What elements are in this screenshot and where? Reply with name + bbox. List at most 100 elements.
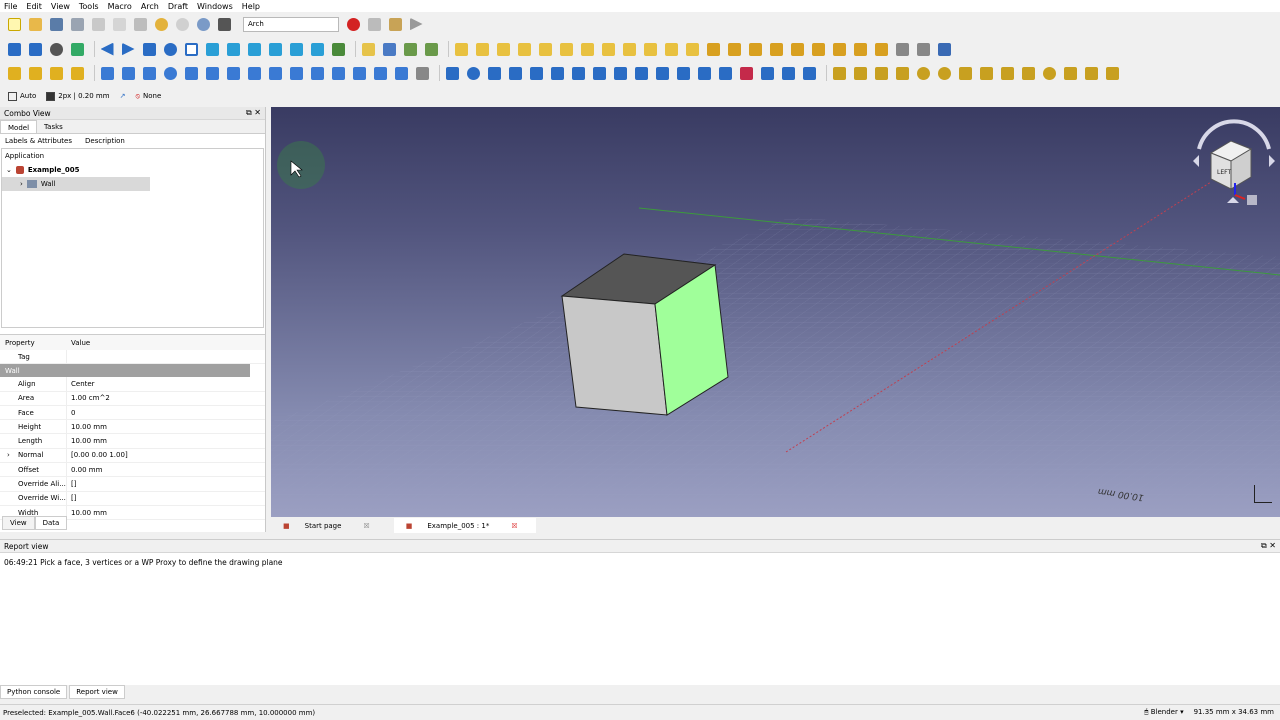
axis-icon[interactable] (810, 41, 826, 57)
property-row[interactable]: Face 0 (0, 405, 265, 421)
tree-col-labels[interactable]: Labels & Attributes (0, 137, 80, 145)
macro-run-icon[interactable] (408, 16, 424, 32)
hatch-icon[interactable] (1104, 65, 1120, 81)
point-icon[interactable] (1041, 65, 1057, 81)
polygon-icon[interactable] (978, 65, 994, 81)
polyline-icon[interactable] (852, 65, 868, 81)
menu-edit[interactable]: Edit (26, 2, 42, 11)
tab-tasks[interactable]: Tasks (37, 120, 70, 133)
snap-perpendicular-icon[interactable] (225, 65, 241, 81)
cut-icon[interactable] (90, 16, 106, 32)
split-icon[interactable] (654, 65, 670, 81)
auto-plane-button[interactable]: Auto (8, 91, 36, 101)
site-icon[interactable] (705, 41, 721, 57)
group-icon[interactable] (381, 41, 397, 57)
menu-file[interactable]: File (4, 2, 17, 11)
snap-dimensions-icon[interactable] (393, 65, 409, 81)
menu-view[interactable]: View (51, 2, 70, 11)
tab-model[interactable]: Model (0, 120, 38, 133)
measure-icon[interactable] (330, 41, 346, 57)
tab-start-page[interactable]: ■ Start page ☒ (271, 518, 388, 533)
fence-icon[interactable] (663, 41, 679, 57)
construction-toggle[interactable]: ↗ (120, 92, 126, 100)
tree-col-description[interactable]: Description (80, 137, 160, 145)
workbench-selector[interactable]: Arch (243, 16, 339, 32)
downgrade-icon[interactable] (696, 65, 712, 81)
snap-grid-icon[interactable] (351, 65, 367, 81)
fit-all-icon[interactable] (6, 41, 22, 57)
front-view-icon[interactable] (204, 41, 220, 57)
close-icon[interactable]: ☒ (505, 520, 523, 532)
snap-intersection-icon[interactable] (204, 65, 220, 81)
tab-data[interactable]: Data (34, 516, 68, 530)
bounding-box-icon[interactable] (69, 41, 85, 57)
text-annotation-icon[interactable] (6, 65, 22, 81)
tree-item-wall[interactable]: › Wall (2, 177, 150, 191)
mirror-icon[interactable] (507, 65, 523, 81)
snap-lock-icon[interactable] (99, 65, 115, 81)
snap-ortho-icon[interactable] (330, 65, 346, 81)
bspline-icon[interactable] (999, 65, 1015, 81)
menu-tools[interactable]: Tools (79, 2, 99, 11)
property-row[interactable]: Override Ali...[] (0, 477, 265, 492)
top-view-icon[interactable] (225, 41, 241, 57)
section-plane-icon[interactable] (831, 41, 847, 57)
fillet-icon[interactable] (873, 65, 889, 81)
value-col[interactable]: Value (66, 339, 90, 347)
toggle-grid-icon[interactable] (414, 65, 430, 81)
draft-to-sketch-icon[interactable] (738, 65, 754, 81)
property-row-tag[interactable]: Tag (0, 350, 265, 365)
link-actions-icon[interactable] (423, 41, 439, 57)
roof-icon[interactable] (558, 41, 574, 57)
frame-icon[interactable] (642, 41, 658, 57)
rectangle-icon[interactable] (957, 65, 973, 81)
snap-near-icon[interactable] (309, 65, 325, 81)
whats-this-icon[interactable] (216, 16, 232, 32)
bezier-icon[interactable] (1020, 65, 1036, 81)
snap-workingplane-icon[interactable] (372, 65, 388, 81)
array-icon[interactable] (591, 65, 607, 81)
stairs-icon[interactable] (600, 41, 616, 57)
refresh-icon[interactable] (195, 16, 211, 32)
back-icon[interactable] (99, 41, 115, 57)
tree-document[interactable]: ⌄ Example_005 (2, 163, 263, 177)
property-row[interactable]: Area 1.00 cm^2 (0, 391, 265, 406)
annotation-style-icon[interactable] (69, 65, 85, 81)
building-part-icon[interactable] (768, 41, 784, 57)
dimension-icon[interactable] (27, 65, 43, 81)
property-row[interactable]: Align Center (0, 377, 265, 392)
window-icon[interactable] (537, 41, 553, 57)
circle-icon[interactable] (915, 65, 931, 81)
property-row[interactable]: Offset 0.00 mm (0, 463, 265, 478)
draw-style-icon[interactable] (48, 41, 64, 57)
rotate-icon[interactable] (465, 65, 481, 81)
copy-icon[interactable] (111, 16, 127, 32)
tab-python-console[interactable]: Python console (0, 685, 68, 699)
3d-viewport[interactable]: LEFT 10.00 mm (271, 107, 1280, 517)
property-col[interactable]: Property (0, 339, 66, 347)
snap-endpoint-icon[interactable] (120, 65, 136, 81)
close-icon[interactable]: ☒ (357, 520, 375, 532)
panel-icon[interactable] (621, 41, 637, 57)
menu-arch[interactable]: Arch (141, 2, 159, 11)
paste-icon[interactable] (132, 16, 148, 32)
navigation-style-button[interactable]: 🖱 Blender ▾ (1144, 708, 1183, 717)
link-icon[interactable] (402, 41, 418, 57)
arc-icon[interactable] (894, 65, 910, 81)
trimex-icon[interactable] (570, 65, 586, 81)
building-icon[interactable] (726, 41, 742, 57)
collapse-icon[interactable]: ⌄ (6, 166, 12, 174)
wall-icon[interactable] (453, 41, 469, 57)
wall-face-front[interactable] (561, 295, 668, 416)
isometric-icon[interactable] (183, 41, 199, 57)
survey-icon[interactable] (936, 41, 952, 57)
new-document-icon[interactable] (6, 16, 22, 32)
snap-parallel-icon[interactable] (267, 65, 283, 81)
menu-draft[interactable]: Draft (168, 2, 188, 11)
tab-view[interactable]: View (2, 516, 35, 530)
dock-controls[interactable]: ⧉ ✕ (246, 108, 261, 118)
expand-icon[interactable]: › (7, 451, 10, 459)
left-view-icon[interactable] (309, 41, 325, 57)
autogroup-button[interactable]: ⦸ None (135, 92, 161, 101)
rear-view-icon[interactable] (267, 41, 283, 57)
